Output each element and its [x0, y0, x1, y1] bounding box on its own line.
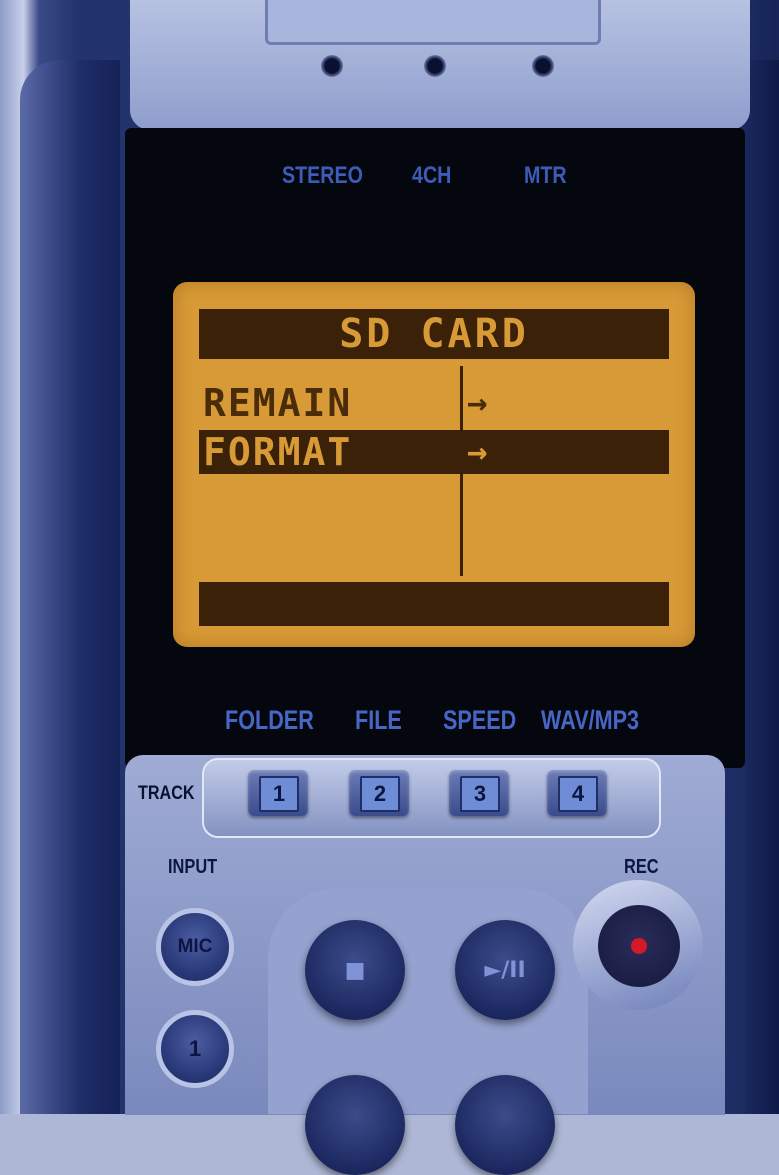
menu-item-label: FORMAT [203, 430, 353, 474]
stop-icon: ■ [344, 957, 366, 983]
mode-mtr-label: MTR [524, 162, 567, 189]
screw-hole [532, 55, 554, 77]
input-1-button[interactable]: 1 [156, 1010, 234, 1088]
stop-button[interactable]: ■ [305, 920, 405, 1020]
menu-item-format[interactable]: FORMAT → [199, 430, 669, 474]
input-label: INPUT [168, 856, 218, 878]
arrow-right-icon: → [467, 383, 488, 423]
mode-4ch-label: 4CH [412, 162, 452, 189]
lcd-status-bar [199, 582, 669, 626]
lcd-title: SD CARD [339, 311, 529, 357]
func-file-label: FILE [355, 705, 402, 735]
arrow-right-icon: → [467, 432, 488, 472]
track-4-button[interactable]: 4 [547, 770, 607, 816]
track-2-button[interactable]: 2 [349, 770, 409, 816]
screw-hole [321, 55, 343, 77]
track-button-label: 4 [558, 776, 598, 812]
track-label: TRACK [138, 783, 195, 804]
function-label-row: FOLDER FILE SPEED WAV/MP3 [0, 705, 779, 739]
lcd-title-bar: SD CARD [199, 309, 669, 359]
track-button-label: 3 [460, 776, 500, 812]
track-button-label: 2 [360, 776, 400, 812]
func-speed-label: SPEED [443, 705, 517, 735]
logo-plate [265, 0, 601, 45]
track-1-button[interactable]: 1 [248, 770, 308, 816]
left-side-grip [20, 60, 120, 1114]
fast-forward-button[interactable] [455, 1075, 555, 1175]
screw-hole [424, 55, 446, 77]
mic-button[interactable]: MIC [156, 908, 234, 986]
track-button-label: 1 [259, 776, 299, 812]
record-dot-icon [631, 938, 647, 954]
menu-item-remain[interactable]: REMAIN → [199, 381, 669, 425]
lcd-column-divider [460, 366, 463, 576]
play-pause-button[interactable]: ►/II [455, 920, 555, 1020]
right-side-grip [745, 60, 779, 1114]
play-pause-icon: ►/II [484, 957, 526, 983]
mode-indicator-row: STEREO 4CH MTR [0, 162, 779, 192]
func-folder-label: FOLDER [225, 705, 314, 735]
menu-item-label: REMAIN [203, 381, 353, 425]
lcd-screen: SD CARD REMAIN → FORMAT → [173, 282, 695, 647]
rec-label: REC [624, 856, 659, 878]
mode-stereo-label: STEREO [282, 162, 363, 189]
rec-button[interactable] [598, 905, 680, 987]
track-3-button[interactable]: 3 [449, 770, 509, 816]
func-wav-mp3-label: WAV/MP3 [541, 705, 640, 735]
rewind-button[interactable] [305, 1075, 405, 1175]
